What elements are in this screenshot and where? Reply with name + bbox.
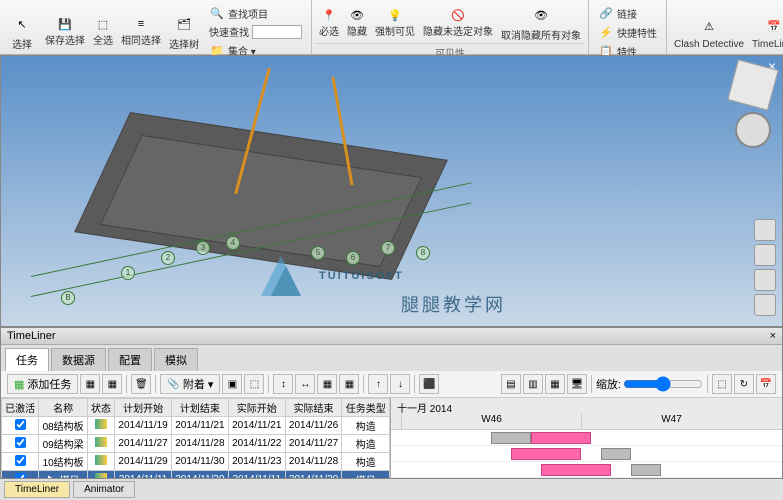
viewport-3d[interactable]: × A B 1 2 3 4 5 6 7 8 TUITUISOFT 腿腿教学网 [0,55,783,327]
quick-properties-button[interactable]: ⚡快捷特性 [595,23,660,41]
unhide-all-button[interactable]: 👁取消隐藏所有对象 [498,2,584,43]
tool-4[interactable]: ↔ [295,374,315,394]
table-row[interactable]: ▶ 塔吊2014/11/112014/11/302014/11/112014/1… [2,471,390,479]
tool-6[interactable]: ▦ [339,374,359,394]
col-header[interactable]: 实际开始 [228,399,285,417]
require-button[interactable]: 📍必选 [316,2,342,43]
find-items-button[interactable]: 🔍查找项目 [206,4,305,22]
table-row[interactable]: 09结构梁2014/11/272014/11/282014/11/222014/… [2,435,390,453]
links-button[interactable]: 🔗链接 [595,4,660,22]
task-table[interactable]: 已激活名称状态计划开始计划结束实际开始实际结束任务类型 08结构板2014/11… [1,398,391,478]
ribbon-group-tools: ⚠Clash Detective 📅TimeLiner 📊Quantificat… [667,0,783,54]
col-header[interactable]: 名称 [39,399,88,417]
zoom-icon[interactable] [754,244,776,266]
gantt-chart[interactable]: 十一月 2014 W46 W47 [391,398,782,478]
col-header[interactable]: 计划结束 [172,399,229,417]
attach-button[interactable]: 📎附着 ▾ [160,374,220,394]
zoom-label: 缩放: [596,376,621,392]
ribbon-group-visibility: 📍必选 👁隐藏 💡强制可见 🚫隐藏未选定对象 👁取消隐藏所有对象 可见性 [312,0,589,54]
gtool-7[interactable]: 📅 [756,374,776,394]
watermark: TUITUISOFT [251,246,404,306]
tool-7[interactable]: ↑ [368,374,388,394]
select-button[interactable]: ↖选择 [4,2,40,61]
table-row[interactable]: 08结构板2014/11/192014/11/212014/11/212014/… [2,417,390,435]
zoom-slider[interactable] [623,376,703,392]
nav-tools [732,64,774,148]
col-header[interactable]: 状态 [87,399,114,417]
close-icon[interactable]: × [770,330,776,342]
active-checkbox[interactable] [15,437,26,448]
nav-side [754,219,776,316]
tab-datasource[interactable]: 数据源 [51,348,106,371]
watermark-sub: 腿腿教学网 [401,291,506,317]
orbit-icon[interactable] [754,269,776,291]
tab-config[interactable]: 配置 [108,348,152,371]
pan-icon[interactable] [754,219,776,241]
timeliner-button[interactable]: 📅TimeLiner [749,2,783,62]
tab-simulate[interactable]: 模拟 [154,348,198,371]
ribbon-group-select: ↖选择 💾保存选择 ⬚全选 ≡相同选择 🗂选择树 🔍查找项目 快速查找 📁集合 … [0,0,312,54]
selection-tree-button[interactable]: 🗂选择树 [166,2,202,61]
task-btn-1[interactable]: ▦ [80,374,100,394]
hide-unselected-button[interactable]: 🚫隐藏未选定对象 [420,2,496,43]
hide-button[interactable]: 👁隐藏 [344,2,370,43]
active-checkbox[interactable] [15,473,26,479]
timeliner-toolbar: ▦添加任务 ▦ ▦ 🗑 📎附着 ▾ ▣ ⬚ ↕ ↔ ▦ ▦ ↑ ↓ ⬛ ▤ ▥ … [1,371,782,398]
col-header[interactable]: 已激活 [2,399,39,417]
tool-2[interactable]: ⬚ [244,374,264,394]
force-visible-button[interactable]: 💡强制可见 [372,2,418,43]
save-selection-button[interactable]: 💾保存选择 [42,2,88,61]
timeliner-tabs: 任务 数据源 配置 模拟 [1,345,782,371]
ribbon-group-display: 🔗链接 ⚡快捷特性 📋特性 显示 [589,0,667,54]
active-checkbox[interactable] [15,455,26,466]
gtool-5[interactable]: ⬚ [712,374,732,394]
tool-9[interactable]: ⬛ [419,374,439,394]
view-cube[interactable] [727,59,778,110]
gtool-4[interactable]: 🖥 [567,374,587,394]
gtool-6[interactable]: ↻ [734,374,754,394]
gtool-2[interactable]: ▥ [523,374,543,394]
gtool-3[interactable]: ▦ [545,374,565,394]
tool-3[interactable]: ↕ [273,374,293,394]
table-row[interactable]: 10结构板2014/11/292014/11/302014/11/232014/… [2,453,390,471]
gtool-1[interactable]: ▤ [501,374,521,394]
add-task-button[interactable]: ▦添加任务 [7,374,78,394]
col-header[interactable]: 任务类型 [342,399,390,417]
tab-tasks[interactable]: 任务 [5,348,49,371]
col-header[interactable]: 实际结束 [285,399,342,417]
bottom-tab-timeliner[interactable]: TimeLiner [4,481,70,498]
steering-wheel[interactable] [735,112,771,148]
tool-1[interactable]: ▣ [222,374,242,394]
select-same-button[interactable]: ≡相同选择 [118,2,164,61]
tool-8[interactable]: ↓ [390,374,410,394]
bottom-tabs: TimeLiner Animator [0,479,783,500]
look-icon[interactable] [754,294,776,316]
select-all-button[interactable]: ⬚全选 [90,2,116,61]
task-btn-2[interactable]: ▦ [102,374,122,394]
quick-find-input[interactable]: 快速查找 [206,23,305,40]
clash-detective-button[interactable]: ⚠Clash Detective [671,2,747,62]
delete-button[interactable]: 🗑 [131,374,151,394]
tool-5[interactable]: ▦ [317,374,337,394]
active-checkbox[interactable] [15,419,26,430]
bottom-tab-animator[interactable]: Animator [73,481,135,498]
col-header[interactable]: 计划开始 [115,399,172,417]
timeliner-panel: TimeLiner × 任务 数据源 配置 模拟 ▦添加任务 ▦ ▦ 🗑 📎附着… [0,327,783,479]
timeliner-header: TimeLiner × [1,328,782,345]
ribbon: ↖选择 💾保存选择 ⬚全选 ≡相同选择 🗂选择树 🔍查找项目 快速查找 📁集合 … [0,0,783,55]
gantt-week: W46 [401,414,581,430]
gantt-week: W47 [581,414,761,430]
timeliner-body: 已激活名称状态计划开始计划结束实际开始实际结束任务类型 08结构板2014/11… [1,398,782,478]
